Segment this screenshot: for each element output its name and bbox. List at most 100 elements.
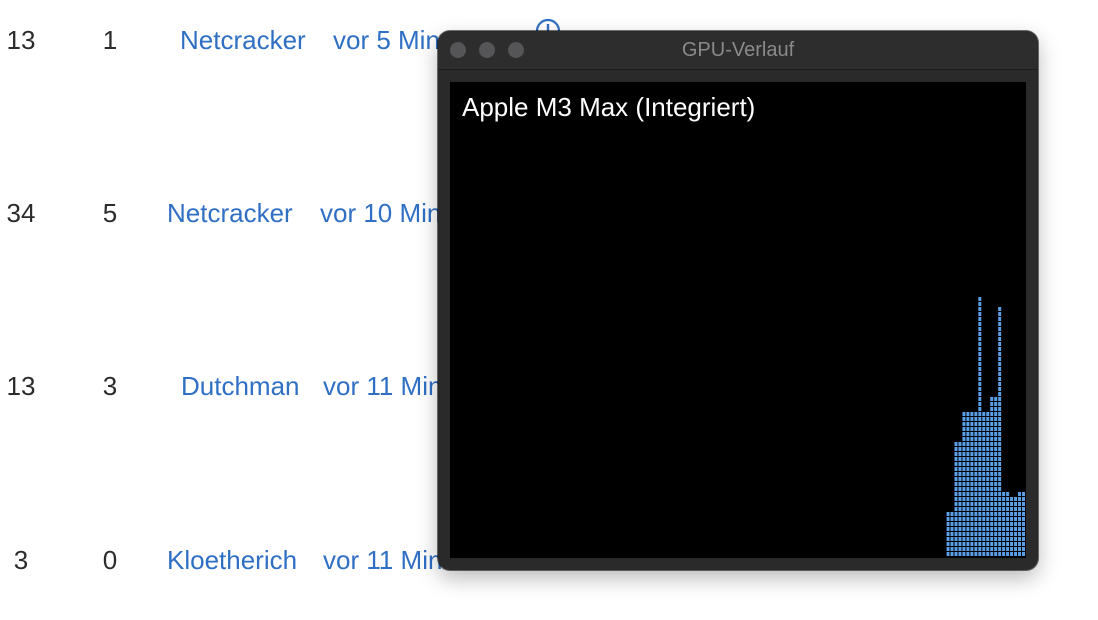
- gpu-usage-segment: [994, 472, 998, 476]
- gpu-usage-segment: [998, 532, 1002, 536]
- gpu-usage-segment: [982, 427, 986, 431]
- gpu-usage-segment: [978, 397, 982, 401]
- gpu-usage-segment: [978, 357, 982, 361]
- gpu-usage-segment: [982, 512, 986, 516]
- gpu-usage-segment: [990, 547, 994, 551]
- gpu-usage-segment: [954, 537, 958, 541]
- gpu-usage-segment: [994, 442, 998, 446]
- gpu-usage-segment: [966, 417, 970, 421]
- gpu-usage-segment: [998, 422, 1002, 426]
- gpu-usage-segment: [982, 537, 986, 541]
- window-titlebar[interactable]: GPU-Verlauf: [438, 31, 1038, 70]
- gpu-usage-segment: [998, 317, 1002, 321]
- gpu-usage-segment: [1010, 507, 1014, 511]
- gpu-usage-segment: [1006, 532, 1010, 536]
- gpu-usage-segment: [982, 487, 986, 491]
- gpu-usage-segment: [958, 512, 962, 516]
- gpu-usage-segment: [974, 502, 978, 506]
- gpu-usage-segment: [990, 402, 994, 406]
- gpu-usage-segment: [990, 532, 994, 536]
- gpu-usage-segment: [994, 482, 998, 486]
- gpu-usage-segment: [998, 447, 1002, 451]
- gpu-usage-segment: [1002, 512, 1006, 516]
- gpu-usage-segment: [1022, 507, 1025, 511]
- gpu-usage-segment: [946, 522, 950, 526]
- gpu-history-window[interactable]: GPU-Verlauf Apple M3 Max (Integriert): [438, 31, 1038, 570]
- gpu-usage-segment: [986, 432, 990, 436]
- gpu-usage-segment: [974, 522, 978, 526]
- author-link[interactable]: Netcracker: [180, 20, 306, 60]
- gpu-usage-segment: [974, 417, 978, 421]
- gpu-usage-segment: [978, 492, 982, 496]
- gpu-usage-segment: [982, 442, 986, 446]
- author-link[interactable]: Netcracker: [167, 193, 293, 233]
- gpu-usage-segment: [990, 467, 994, 471]
- gpu-usage-segment: [994, 512, 998, 516]
- gpu-usage-segment: [990, 437, 994, 441]
- gpu-usage-segment: [1022, 527, 1025, 531]
- gpu-usage-segment: [1018, 497, 1022, 501]
- gpu-usage-segment: [970, 542, 974, 546]
- gpu-usage-segment: [1022, 547, 1025, 551]
- gpu-usage-segment: [970, 492, 974, 496]
- gpu-usage-segment: [1006, 512, 1010, 516]
- gpu-usage-chart: [946, 297, 1025, 556]
- gpu-usage-segment: [978, 427, 982, 431]
- gpu-usage-segment: [946, 537, 950, 541]
- gpu-usage-segment: [1002, 552, 1006, 556]
- gpu-usage-segment: [998, 337, 1002, 341]
- gpu-usage-segment: [958, 517, 962, 521]
- gpu-usage-segment: [998, 517, 1002, 521]
- gpu-usage-segment: [958, 527, 962, 531]
- gpu-usage-segment: [998, 457, 1002, 461]
- gpu-usage-segment: [994, 437, 998, 441]
- gpu-usage-segment: [954, 507, 958, 511]
- author-link[interactable]: Dutchman: [181, 366, 300, 406]
- gpu-usage-segment: [946, 527, 950, 531]
- gpu-usage-segment: [978, 517, 982, 521]
- gpu-usage-segment: [970, 502, 974, 506]
- gpu-usage-segment: [974, 432, 978, 436]
- gpu-usage-segment: [990, 542, 994, 546]
- gpu-usage-segment: [966, 542, 970, 546]
- gpu-usage-segment: [954, 487, 958, 491]
- gpu-usage-segment: [1002, 502, 1006, 506]
- gpu-usage-segment: [982, 452, 986, 456]
- gpu-usage-segment: [994, 412, 998, 416]
- gpu-usage-segment: [1010, 552, 1014, 556]
- gpu-usage-segment: [966, 437, 970, 441]
- gpu-usage-segment: [966, 532, 970, 536]
- gpu-usage-segment: [986, 422, 990, 426]
- gpu-usage-segment: [1010, 497, 1014, 501]
- gpu-usage-segment: [978, 387, 982, 391]
- gpu-usage-segment: [974, 547, 978, 551]
- gpu-usage-segment: [966, 517, 970, 521]
- gpu-usage-segment: [962, 517, 966, 521]
- gpu-usage-segment: [950, 537, 954, 541]
- gpu-usage-segment: [986, 467, 990, 471]
- gpu-usage-segment: [958, 442, 962, 446]
- gpu-usage-segment: [1014, 527, 1018, 531]
- gpu-usage-segment: [986, 532, 990, 536]
- gpu-usage-segment: [1006, 507, 1010, 511]
- gpu-usage-segment: [982, 467, 986, 471]
- gpu-usage-segment: [974, 492, 978, 496]
- gpu-usage-segment: [986, 447, 990, 451]
- gpu-usage-segment: [974, 467, 978, 471]
- gpu-usage-bar: [950, 512, 954, 556]
- gpu-usage-segment: [998, 412, 1002, 416]
- gpu-usage-segment: [994, 432, 998, 436]
- gpu-usage-segment: [1014, 542, 1018, 546]
- gpu-usage-segment: [986, 442, 990, 446]
- gpu-usage-segment: [970, 447, 974, 451]
- gpu-usage-segment: [974, 497, 978, 501]
- gpu-usage-segment: [986, 437, 990, 441]
- gpu-usage-segment: [978, 462, 982, 466]
- gpu-usage-segment: [982, 542, 986, 546]
- gpu-usage-segment: [1018, 492, 1022, 496]
- author-link[interactable]: Kloetherich: [167, 540, 297, 580]
- views-count: 0: [102, 545, 118, 575]
- gpu-usage-segment: [950, 542, 954, 546]
- gpu-usage-segment: [978, 487, 982, 491]
- gpu-usage-segment: [954, 512, 958, 516]
